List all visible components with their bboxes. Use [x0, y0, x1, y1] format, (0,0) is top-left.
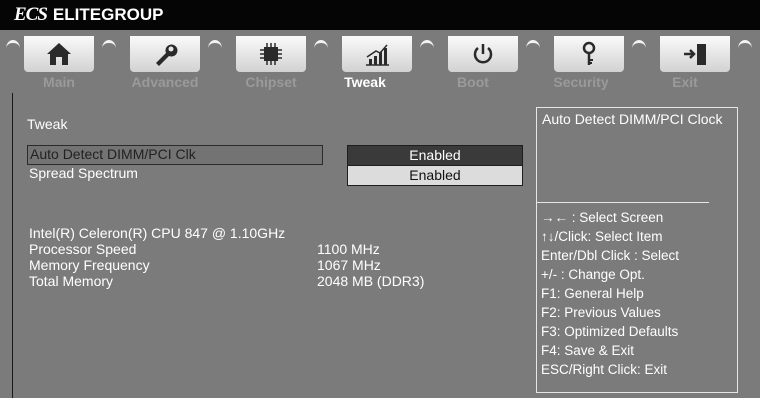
tab-strip	[0, 30, 760, 74]
tab-divider-curl	[526, 40, 540, 57]
help-description: Auto Detect DIMM/PCI Clock	[542, 111, 723, 127]
help-key-line: ↑↓/Click: Select Item	[541, 229, 663, 244]
auto-detect-clk-value[interactable]: Enabled	[347, 145, 523, 166]
tab-divider-curl	[208, 40, 222, 57]
tab-label-tweak[interactable]: Tweak	[320, 74, 410, 90]
help-key-line: ESC/Right Click: Exit	[541, 362, 668, 377]
help-key-line: Enter/Dbl Click : Select	[541, 248, 680, 263]
help-key-line: F4: Save & Exit	[541, 343, 635, 358]
help-box: Auto Detect DIMM/PCI Clock →← : Select S…	[536, 107, 738, 393]
tab-security[interactable]	[554, 36, 624, 72]
tab-label-boot[interactable]: Boot	[428, 74, 518, 90]
key-icon	[582, 41, 596, 65]
info-label: Total Memory	[29, 273, 114, 289]
tab-divider-curl	[632, 40, 646, 57]
help-key-line: F3: Optimized Defaults	[541, 324, 679, 339]
setting-row-auto-detect-clk[interactable]: Auto Detect DIMM/PCI Clk	[27, 145, 323, 165]
info-value: 2048 MB (DDR3)	[317, 273, 425, 289]
help-key-line: F1: General Help	[541, 286, 644, 301]
tab-divider-curl	[420, 40, 434, 57]
page-title: Tweak	[27, 116, 68, 132]
tab-tweak[interactable]	[342, 36, 412, 72]
tab-label-exit[interactable]: Exit	[640, 74, 730, 90]
tab-exit[interactable]	[660, 36, 730, 72]
info-label: Processor Speed	[29, 241, 137, 257]
wrench-icon	[156, 44, 178, 66]
tab-divider-curl	[314, 40, 328, 57]
tab-advanced[interactable]	[130, 36, 200, 72]
spread-spectrum-value[interactable]: Enabled	[347, 165, 523, 186]
tab-divider-curl	[102, 40, 116, 57]
tab-divider-curl	[6, 40, 20, 57]
setting-label: Auto Detect DIMM/PCI Clk	[30, 146, 196, 162]
header-bar: ECS ELITEGROUP	[0, 0, 760, 30]
help-panel: Auto Detect DIMM/PCI Clock →← : Select S…	[530, 93, 760, 398]
brand-name: ELITEGROUP	[52, 5, 164, 24]
brand-logo: ECS ELITEGROUP	[14, 4, 164, 25]
info-value: 1100 MHz	[317, 241, 380, 257]
tab-label-chipset[interactable]: Chipset	[226, 74, 316, 90]
help-key-line: F2: Previous Values	[541, 305, 661, 320]
exit-door-icon	[684, 44, 706, 65]
home-icon	[47, 43, 71, 65]
bios-screen: ECS ELITEGROUP Main Advanced Chipset Twe…	[0, 0, 760, 398]
info-label: Memory Frequency	[29, 257, 150, 273]
tab-label-advanced[interactable]: Advanced	[120, 74, 210, 90]
tab-boot[interactable]	[448, 36, 518, 72]
setting-label-spread-spectrum[interactable]: Spread Spectrum	[29, 165, 138, 181]
main-panel: Tweak Auto Detect DIMM/PCI Clk Enabled S…	[12, 93, 531, 398]
tab-main[interactable]	[24, 36, 94, 72]
performance-chart-icon	[366, 44, 389, 66]
help-key-line: +/- : Change Opt.	[541, 267, 645, 282]
help-key-line: →← : Select Screen	[541, 210, 664, 225]
cpu-name: Intel(R) Celeron(R) CPU 847 @ 1.10GHz	[29, 225, 286, 241]
ecs-logo-mark: ECS	[14, 4, 48, 25]
help-divider	[537, 202, 709, 203]
tab-chipset[interactable]	[236, 36, 306, 72]
info-value: 1067 MHz	[317, 257, 381, 273]
chip-icon	[260, 43, 282, 65]
tab-label-main[interactable]: Main	[14, 74, 104, 90]
tab-divider-curl	[738, 40, 752, 57]
tab-labels: Main Advanced Chipset Tweak Boot Securit…	[0, 74, 760, 92]
power-icon	[473, 44, 493, 64]
tab-label-security[interactable]: Security	[536, 74, 626, 90]
